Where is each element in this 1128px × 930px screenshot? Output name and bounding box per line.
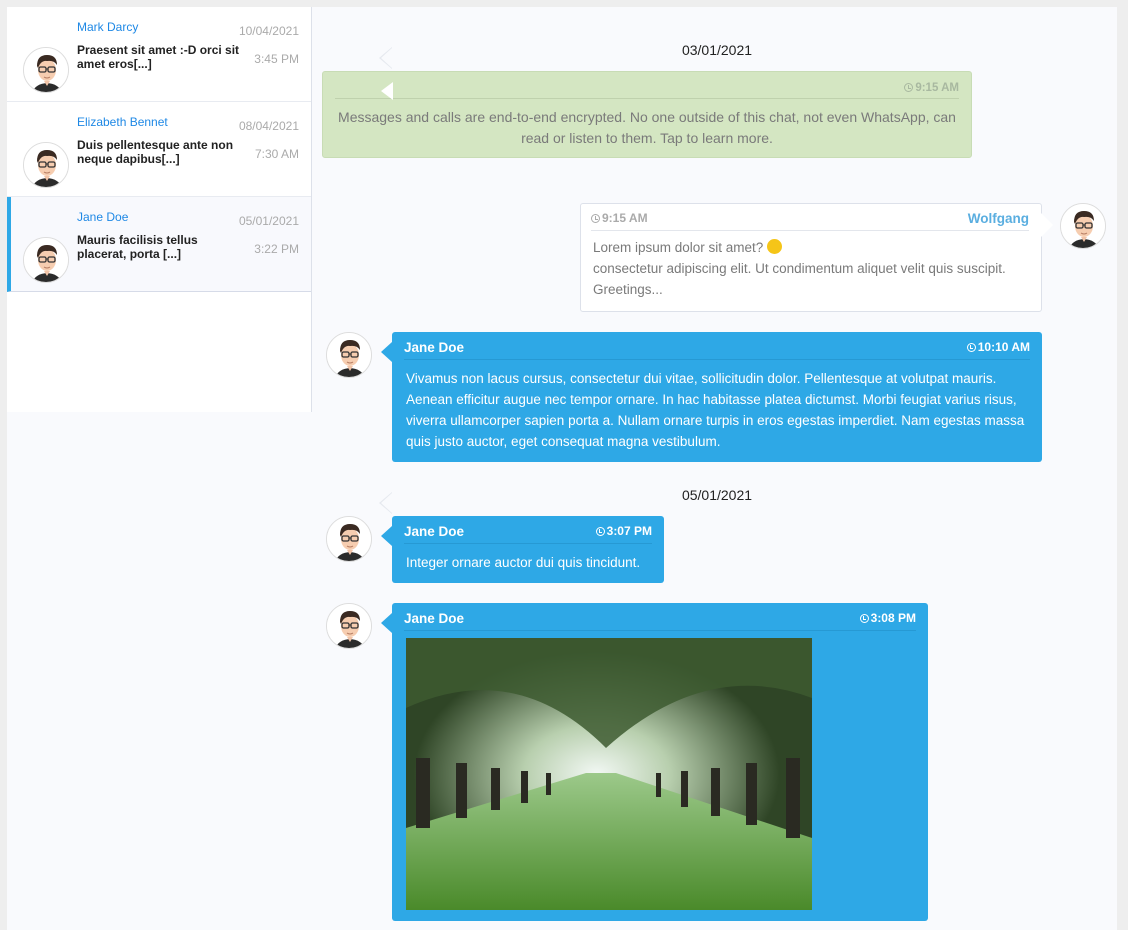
avatar <box>23 142 69 188</box>
notice-text: Messages and calls are end-to-end encryp… <box>338 109 956 146</box>
clock-icon <box>904 83 914 92</box>
contact-name: Mark Darcy <box>77 20 139 34</box>
clock-icon <box>966 343 976 352</box>
conversation-time: 3:22 PM <box>254 242 299 256</box>
caret-decoration <box>379 47 392 69</box>
encryption-notice[interactable]: 9:15 AM Messages and calls are end-to-en… <box>322 71 972 158</box>
conversation-date: 10/04/2021 <box>238 24 299 38</box>
message-text: Integer ornare auctor dui quis tincidunt… <box>406 555 641 570</box>
conversation-time: 3:45 PM <box>254 52 299 66</box>
conversation-item-active[interactable]: Jane Doe Mauris facilisis tellus placera… <box>7 197 311 292</box>
conversation-list: Mark Darcy Praesent sit amet :-D orci si… <box>7 7 312 412</box>
sender-name: Wolfgang <box>967 211 1029 226</box>
conversation-date: 08/04/2021 <box>238 119 299 133</box>
message-text: Lorem ipsum dolor sit amet? <box>593 240 764 255</box>
caret-decoration <box>381 82 393 100</box>
clock-icon <box>859 614 869 623</box>
conversation-item[interactable]: Mark Darcy Praesent sit amet :-D orci si… <box>7 7 311 102</box>
winking-face-icon <box>767 239 783 254</box>
conversation-item[interactable]: Elizabeth Bennet Duis pellentesque ante … <box>7 102 311 197</box>
clock-icon <box>591 214 600 223</box>
contact-name: Jane Doe <box>77 210 129 224</box>
caret-decoration <box>379 492 392 514</box>
avatar <box>23 237 69 283</box>
date-separator: 05/01/2021 <box>681 487 753 503</box>
conversation-date: 05/01/2021 <box>238 214 299 228</box>
message-time: 10:10 AM <box>977 340 1030 354</box>
incoming-message: Jane Doe 3:07 PM Integer ornare auctor du… <box>381 516 664 583</box>
outgoing-message: 9:15 AM Wolfgang Lorem ipsum dolor sit am… <box>580 203 1053 312</box>
incoming-message: Jane Doe 10:10 AM Vivamus non lacus cursu… <box>381 332 1042 462</box>
incoming-image-message: Jane Doe 3:08 PM <box>381 603 928 921</box>
date-separator: 03/01/2021 <box>681 42 753 58</box>
message-time: 3:07 PM <box>606 524 652 538</box>
avatar <box>326 603 372 649</box>
message-time: 9:15 AM <box>915 82 959 94</box>
message-text: consectetur adipiscing elit. Ut condimen… <box>593 261 1006 276</box>
tree-tunnel-photo[interactable] <box>406 638 812 910</box>
avatar <box>326 332 372 378</box>
avatar <box>1060 203 1106 249</box>
contact-name: Elizabeth Bennet <box>77 115 168 129</box>
avatar <box>326 516 372 562</box>
sender-name: Jane Doe <box>404 340 465 355</box>
sender-name: Jane Doe <box>404 524 465 539</box>
message-text: Vivamus non lacus cursus, consectetur du… <box>406 371 1025 449</box>
sender-name: Jane Doe <box>404 611 465 626</box>
message-preview: Duis pellentesque ante non neque dapibus… <box>77 138 234 166</box>
message-time: 3:08 PM <box>870 611 916 625</box>
message-time: 9:15 AM <box>602 211 648 225</box>
avatar <box>23 47 69 93</box>
message-text: Greetings... <box>593 282 663 297</box>
conversation-time: 7:30 AM <box>254 147 299 161</box>
message-preview: Mauris facilisis tellus placerat, porta … <box>77 233 198 261</box>
message-preview: Praesent sit amet :-D orci sit amet eros… <box>77 43 240 71</box>
chat-app: Mark Darcy Praesent sit amet :-D orci si… <box>7 7 1117 930</box>
clock-icon <box>595 527 605 536</box>
